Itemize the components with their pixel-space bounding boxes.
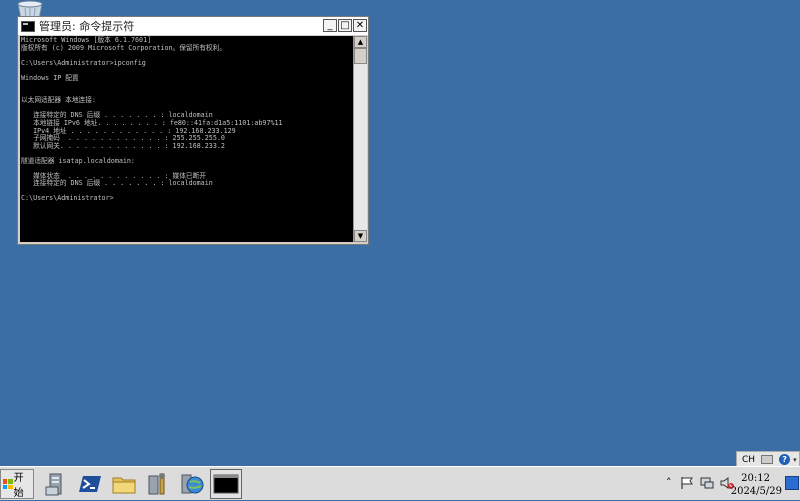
powershell-icon [79, 476, 101, 492]
show-desktop-button[interactable] [785, 476, 799, 490]
taskbar-item-network[interactable] [176, 469, 208, 499]
scroll-thumb[interactable] [354, 48, 367, 64]
clock-time[interactable]: 20:12 [741, 473, 770, 484]
folder-icon [112, 477, 136, 494]
server-manager-icon [45, 473, 62, 496]
scroll-up-button[interactable]: ▲ [354, 36, 367, 48]
help-icon[interactable]: ? [779, 454, 791, 465]
notification-area: ˄ 20:12 2024/5/29 [652, 467, 800, 501]
tools-icon [148, 473, 165, 495]
taskbar: 开始 ˄ 20:12 2024/5/29 [0, 466, 800, 500]
taskbar-item-admin-tools[interactable] [142, 469, 174, 499]
minimize-button[interactable]: _ [323, 19, 337, 32]
cmd-icon [21, 20, 35, 32]
maximize-button[interactable]: □ [338, 19, 352, 32]
cmd-window[interactable]: 管理员: 命令提示符 _ □ ✕ Microsoft Windows [版本 6… [17, 16, 369, 245]
console-output[interactable]: Microsoft Windows [版本 6.1.7601] 版权所有 (c)… [20, 36, 353, 242]
start-label: 开始 [13, 473, 24, 499]
show-hidden-icons-button[interactable]: ˄ [666, 476, 672, 489]
taskbar-item-cmd[interactable] [210, 469, 242, 499]
window-title: 管理员: 命令提示符 [39, 20, 135, 33]
taskbar-item-server-manager[interactable] [40, 469, 72, 499]
keyboard-icon[interactable] [761, 455, 774, 464]
console-text: Microsoft Windows [版本 6.1.7601] 版权所有 (c)… [21, 36, 283, 203]
scroll-down-button[interactable]: ▼ [354, 230, 367, 242]
vertical-scrollbar[interactable]: ▲ ▼ [353, 36, 367, 242]
start-button[interactable]: 开始 [0, 469, 34, 499]
windows-flag-icon [3, 479, 13, 489]
langbar-options-icon[interactable]: ▾ [793, 456, 797, 464]
action-center-flag-icon[interactable] [680, 476, 694, 490]
close-button[interactable]: ✕ [353, 19, 367, 32]
language-indicator[interactable]: CH [742, 455, 755, 465]
globe-icon [181, 474, 204, 494]
network-icon[interactable] [700, 476, 714, 490]
taskbar-item-powershell[interactable] [74, 469, 106, 499]
taskbar-item-explorer[interactable] [108, 469, 140, 499]
cmd-icon [213, 474, 239, 494]
clock-date[interactable]: 2024/5/29 [731, 486, 782, 497]
title-bar[interactable]: 管理员: 命令提示符 _ □ ✕ [18, 17, 368, 35]
